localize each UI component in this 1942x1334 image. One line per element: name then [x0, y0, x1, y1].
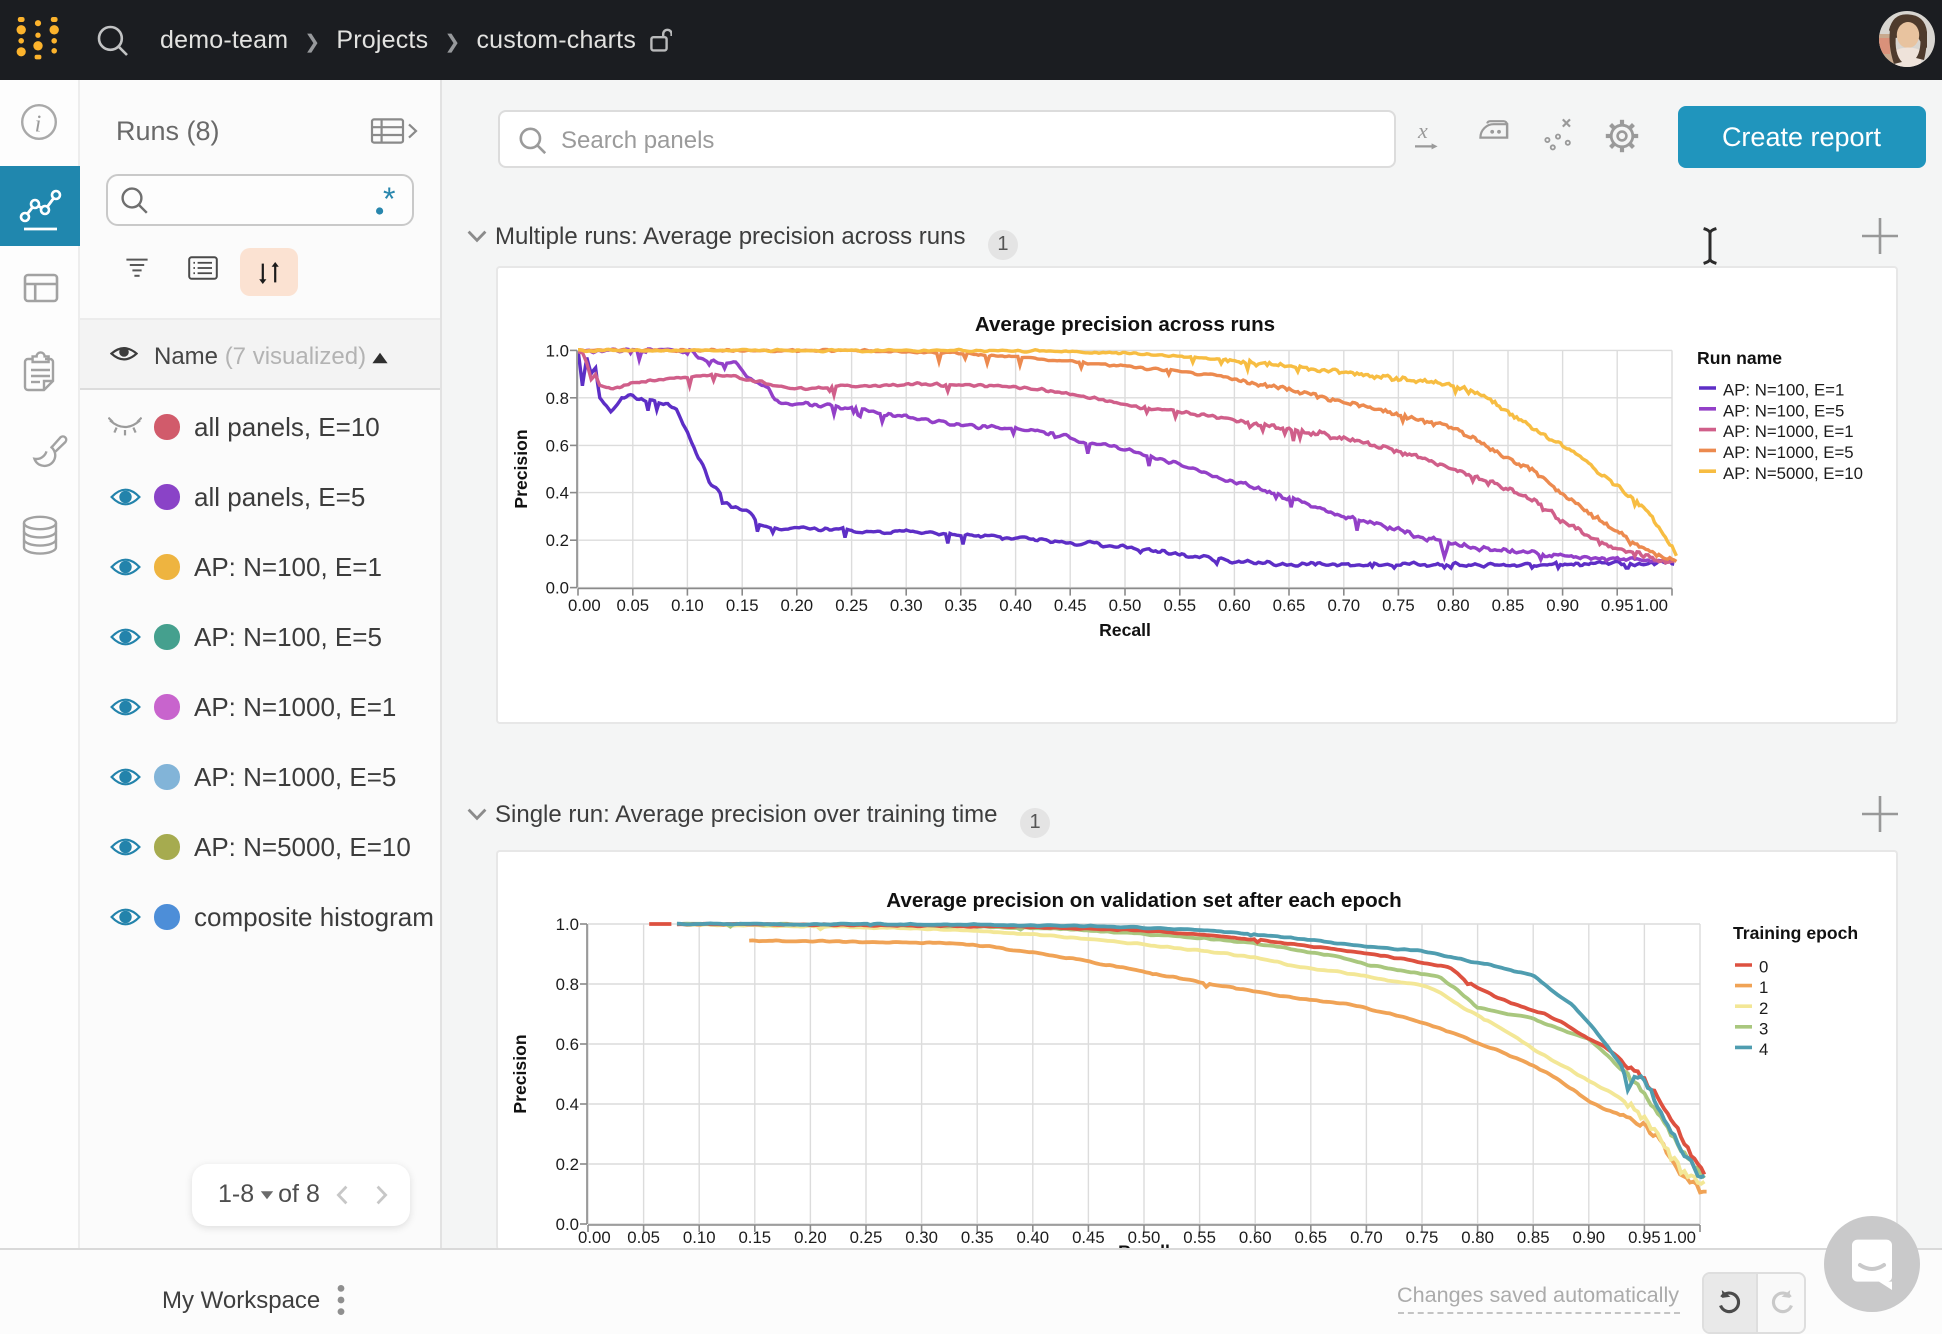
- svg-text:x: x: [1417, 118, 1428, 143]
- svg-text:*: *: [383, 181, 395, 216]
- svg-text:i: i: [35, 112, 42, 138]
